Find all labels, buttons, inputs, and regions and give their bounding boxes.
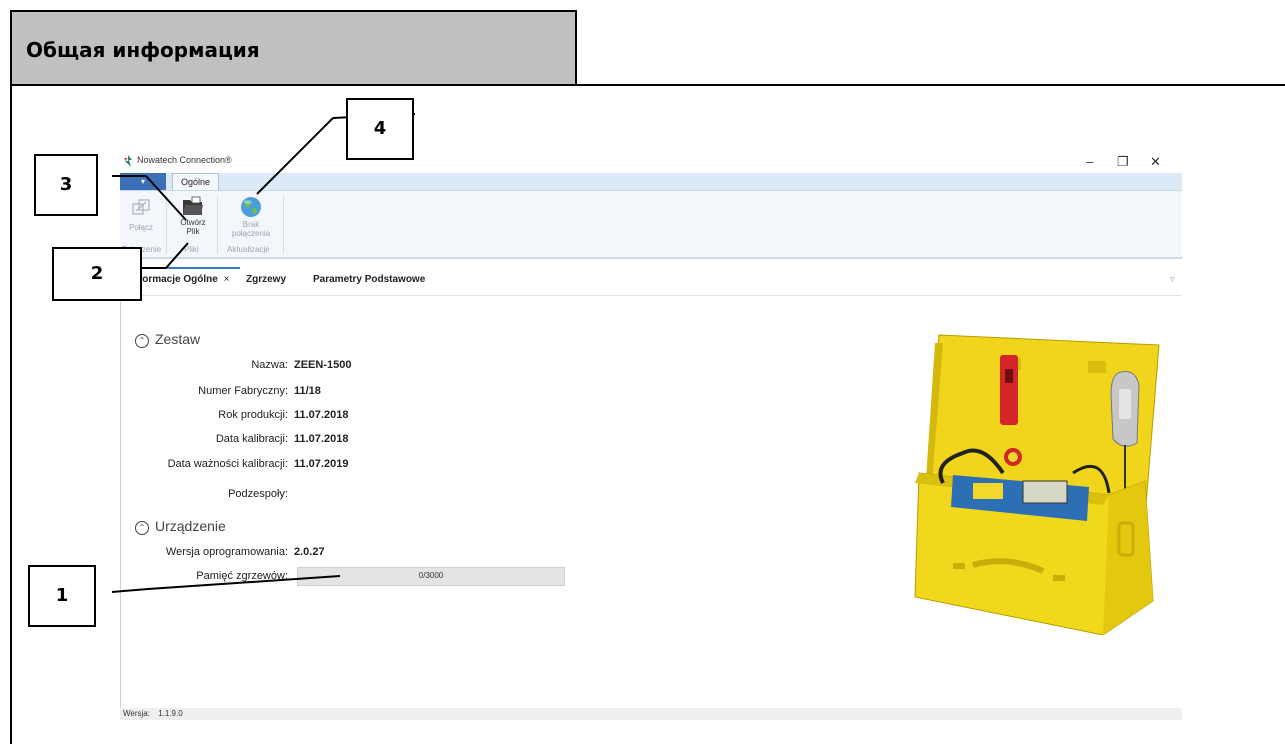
callout-2: 2 [52,247,142,301]
callout-4: 4 [346,98,414,160]
callout-3: 3 [34,154,98,216]
callout-1: 1 [28,565,96,627]
callout-leader-lines [111,113,416,593]
